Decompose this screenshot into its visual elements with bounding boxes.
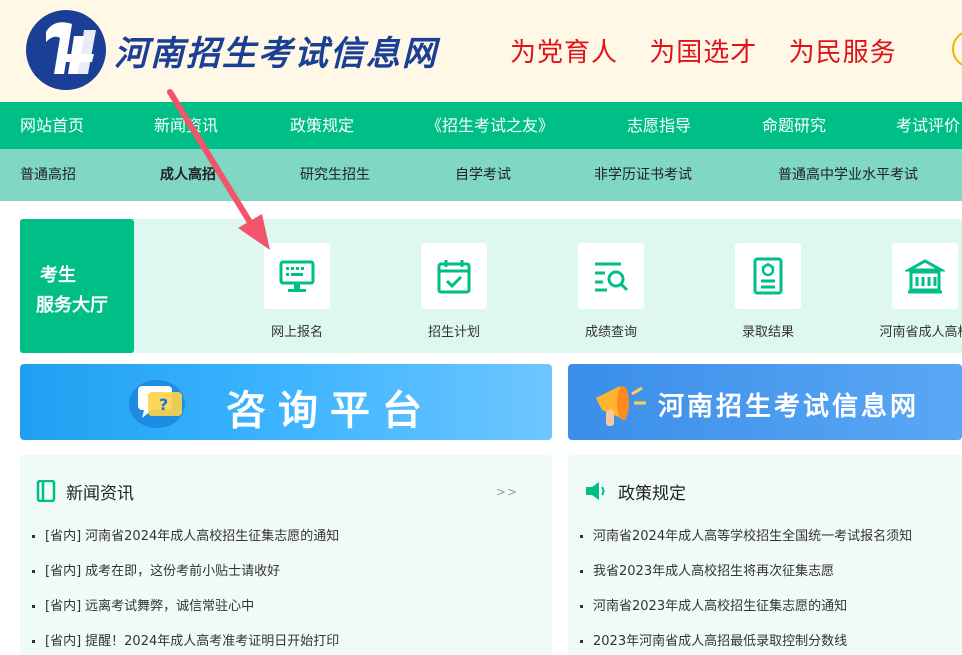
news-list: [省内] 河南省2024年成人高校招生征集志愿的通知 [省内] 成考在即，这份考前小… — [32, 527, 339, 655]
certificate-icon — [753, 257, 783, 295]
news-item[interactable]: [省内] 河南省2024年成人高校招生征集志愿的通知 — [32, 527, 339, 562]
news-item-text: 远离考试舞弊，诚信常驻心中 — [85, 599, 255, 614]
policy-list: 河南省2024年成人高等学校招生全国统一考试报名须知 我省2023年成人高校招生… — [580, 527, 912, 655]
speaker-icon — [586, 482, 605, 500]
site-banner-text: 河南招生考试信息网 — [658, 392, 920, 422]
bullet — [32, 605, 35, 608]
news-item-tag: [省内] — [45, 529, 82, 544]
service-title-line1: 考生 — [40, 265, 76, 286]
bullet — [580, 570, 583, 573]
consult-banner-text: 咨询平台 — [226, 388, 434, 434]
bullet — [32, 640, 35, 643]
computer-icon — [279, 260, 315, 292]
bullet — [580, 535, 583, 538]
site-name[interactable]: 河南招生考试信息网 — [114, 26, 438, 75]
service-icon-box — [892, 243, 958, 309]
service-icon-box — [578, 243, 644, 309]
subnav-certificate[interactable]: 非学历证书考试 — [594, 149, 692, 201]
news-item-tag: [省内] — [45, 599, 82, 614]
service-icon-box — [264, 243, 330, 309]
service-hall-title: 考生 服务大厅 — [20, 219, 134, 353]
policy-panel-title[interactable]: 政策规定 — [618, 479, 686, 504]
nav-policy[interactable]: 政策规定 — [290, 102, 354, 149]
consult-platform-banner[interactable]: ? 咨询平台 — [20, 364, 552, 440]
news-item[interactable]: [省内] 成考在即，这份考前小贴士请收好 — [32, 562, 339, 597]
service-label: 录取结果 — [741, 325, 794, 340]
slogan-1: 为党育人 — [510, 38, 619, 68]
subnav-regular[interactable]: 普通高招 — [20, 149, 76, 201]
nav-home[interactable]: 网站首页 — [20, 102, 84, 149]
bullet — [32, 535, 35, 538]
news-item-text: 河南省2024年成人高校招生征集志愿的通知 — [85, 529, 340, 544]
bullet — [32, 570, 35, 573]
nav-evaluation[interactable]: 考试评价 — [896, 102, 960, 149]
service-admission-result[interactable]: 录取结果 — [698, 243, 838, 340]
header-slogan: 为党育人 为国选才 为民服务 — [510, 32, 919, 69]
policy-item[interactable]: 河南省2023年成人高校招生征集志愿的通知 — [580, 597, 912, 632]
service-enrollment-plan[interactable]: 招生计划 — [384, 243, 524, 340]
chat-bubble-icon: ? — [129, 380, 185, 428]
subnav-adult[interactable]: 成人高招 — [160, 149, 216, 201]
bullet — [580, 605, 583, 608]
slogan-2: 为国选才 — [649, 38, 758, 68]
policy-item-text: 河南省2023年成人高校招生征集志愿的通知 — [593, 599, 848, 614]
service-icon-box — [735, 243, 801, 309]
service-label: 招生计划 — [427, 325, 480, 340]
service-label: 网上报名 — [270, 325, 323, 340]
nav-news[interactable]: 新闻资讯 — [154, 102, 218, 149]
svg-text:?: ? — [159, 395, 168, 414]
policy-item[interactable]: 2023年河南省成人高招最低录取控制分数线 — [580, 632, 912, 655]
bullet — [580, 640, 583, 643]
news-more-link[interactable]: >> — [496, 485, 518, 499]
calendar-check-icon — [437, 260, 471, 294]
sub-nav: 普通高招 成人高招 研究生招生 自学考试 非学历证书考试 普通高中学业水平考试 — [0, 149, 962, 201]
main-nav: 网站首页 新闻资讯 政策规定 《招生考试之友》 志愿指导 命题研究 考试评价 — [0, 102, 962, 149]
service-icon-box — [421, 243, 487, 309]
service-online-registration[interactable]: 网上报名 — [227, 243, 367, 340]
news-item[interactable]: [省内] 远离考试舞弊，诚信常驻心中 — [32, 597, 339, 632]
subnav-graduate[interactable]: 研究生招生 — [300, 149, 370, 201]
service-score-query[interactable]: 成绩查询 — [541, 243, 681, 340]
service-label: 河南省成人高校 — [879, 325, 962, 340]
policy-panel-header: 政策规定 — [584, 479, 686, 504]
service-title-line2: 服务大厅 — [36, 295, 108, 316]
book-icon — [36, 480, 56, 502]
policy-item[interactable]: 我省2023年成人高校招生将再次征集志愿 — [580, 562, 912, 597]
news-item-text: 成考在即，这份考前小贴士请收好 — [85, 564, 281, 579]
news-panel: 新闻资讯 >> [省内] 河南省2024年成人高校招生征集志愿的通知 [省内] 成考… — [20, 455, 552, 655]
news-item-tag: [省内] — [45, 564, 82, 579]
school-building-icon — [905, 259, 945, 294]
nav-research[interactable]: 命题研究 — [762, 102, 826, 149]
service-adult-colleges[interactable]: 河南省成人高校 — [855, 243, 962, 340]
policy-panel: 政策规定 河南省2024年成人高等学校招生全国统一考试报名须知 我省2023年成… — [568, 455, 962, 655]
subnav-self-study[interactable]: 自学考试 — [455, 149, 511, 201]
site-logo-icon[interactable] — [24, 8, 108, 92]
search-list-icon — [595, 262, 629, 292]
megaphone-icon — [596, 386, 646, 426]
news-item[interactable]: [省内] 提醒！2024年成人高考准考证明日开始打印 — [32, 632, 339, 655]
policy-item-text: 我省2023年成人高校招生将再次征集志愿 — [593, 564, 835, 579]
news-panel-title[interactable]: 新闻资讯 — [66, 479, 134, 504]
service-label: 成绩查询 — [584, 325, 637, 340]
nav-guidance[interactable]: 志愿指导 — [627, 102, 691, 149]
news-panel-header: 新闻资讯 — [36, 479, 134, 504]
policy-item-text: 河南省2024年成人高等学校招生全国统一考试报名须知 — [593, 529, 913, 544]
service-hall: 考生 服务大厅 网上报名 招生计划 成绩查询 录取结果 河南省成人高校 — [20, 219, 962, 353]
subnav-academic-test[interactable]: 普通高中学业水平考试 — [778, 149, 918, 201]
header-badge-icon[interactable] — [952, 30, 962, 68]
site-header: 河南招生考试信息网 为党育人 为国选才 为民服务 — [0, 0, 962, 102]
slogan-3: 为民服务 — [788, 38, 897, 68]
site-banner[interactable]: 河南招生考试信息网 — [568, 364, 962, 440]
nav-magazine[interactable]: 《招生考试之友》 — [426, 102, 554, 149]
policy-item[interactable]: 河南省2024年成人高等学校招生全国统一考试报名须知 — [580, 527, 912, 562]
